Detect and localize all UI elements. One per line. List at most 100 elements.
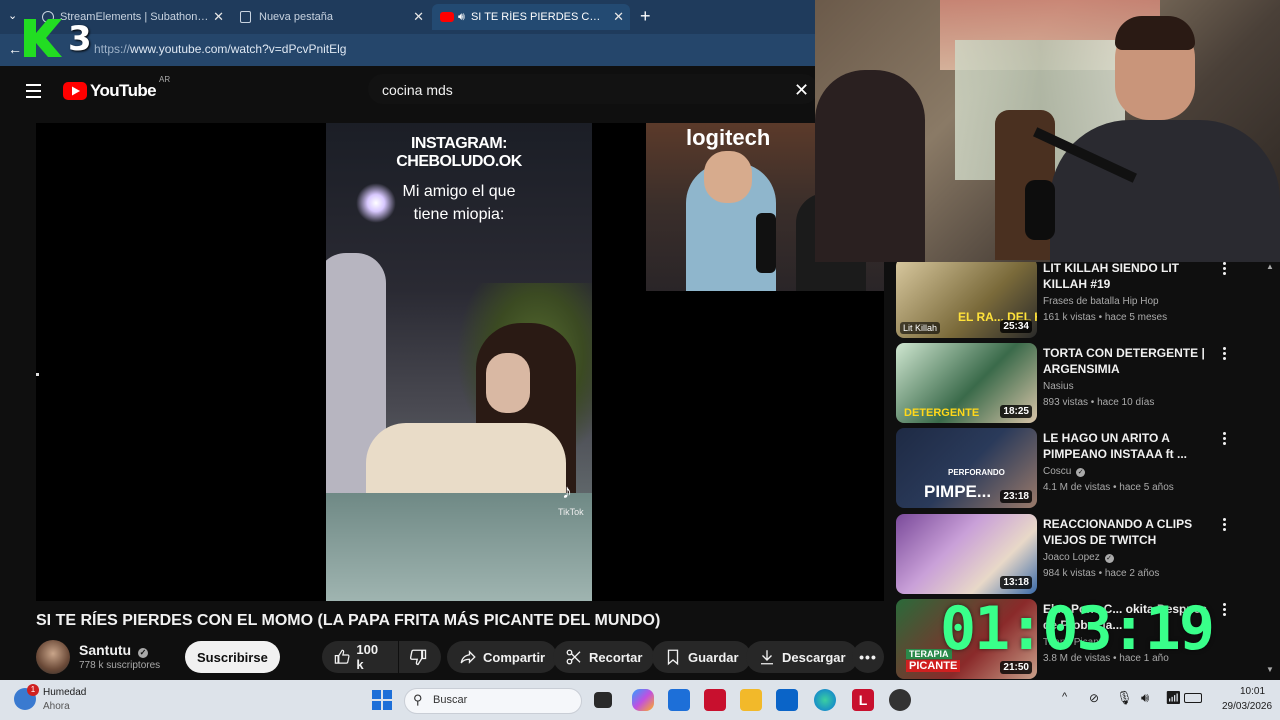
subtitle-line-1: Mi amigo el que xyxy=(402,183,516,200)
task-view-icon[interactable] xyxy=(594,692,612,708)
microsoft-store-icon[interactable] xyxy=(668,689,690,711)
recommendation-channel-text: Coscu xyxy=(1043,466,1072,477)
bookmark-icon xyxy=(667,649,679,666)
windows-taskbar: 1 Humedad Ahora ⚲ Buscar L ^ ⊘ 🎙︎ 🔊︎ 📶︎ … xyxy=(0,680,1280,720)
more-vertical-icon[interactable] xyxy=(1220,518,1228,533)
file-explorer-icon[interactable] xyxy=(740,689,762,711)
close-icon[interactable]: ✕ xyxy=(413,9,424,25)
scroll-up-arrow-icon[interactable]: ▲ xyxy=(1266,262,1274,271)
video-thumbnail[interactable]: PERFORANDO PIMPE... 23:18 xyxy=(896,428,1037,508)
recommendation-channel[interactable]: Coscu ✓ xyxy=(1043,466,1086,477)
channel-avatar[interactable] xyxy=(36,640,70,674)
windows-start-icon[interactable] xyxy=(372,690,392,710)
recommendation-item[interactable]: EL RA... DEL H... Lit Killah 25:34 LIT K… xyxy=(896,258,1271,338)
mcafee-icon[interactable] xyxy=(704,689,726,711)
outlook-icon[interactable] xyxy=(776,689,798,711)
youtube-header: YouTube AR cocina mds ✕ xyxy=(0,66,895,116)
clip-button[interactable]: Recortar xyxy=(553,641,655,673)
more-vertical-icon[interactable] xyxy=(1220,347,1228,362)
subscribe-label: Suscribirse xyxy=(197,649,268,665)
microphone-icon[interactable]: 🎙︎ xyxy=(1116,690,1133,706)
recommendation-channel[interactable]: Nasius xyxy=(1043,381,1074,392)
share-icon xyxy=(460,650,476,664)
browser-tab-bar: ⌄ StreamElements | Subathon Count ✕ Nuev… xyxy=(0,0,815,34)
new-tab-plus-icon[interactable]: + xyxy=(640,6,651,27)
more-horizontal-icon: ••• xyxy=(859,649,877,665)
tab-new-tab[interactable]: Nueva pestaña ✕ xyxy=(232,4,430,30)
more-vertical-icon[interactable] xyxy=(1220,603,1228,618)
youtube-wordmark: YouTube xyxy=(90,81,157,100)
url-field[interactable]: https://www.youtube.com/watch?v=dPcvPnit… xyxy=(94,42,346,56)
download-button[interactable]: Descargar xyxy=(746,641,858,673)
menu-icon[interactable] xyxy=(26,84,41,102)
inset-microphone xyxy=(756,213,776,273)
thumbnail-badge: PERFORANDO xyxy=(948,468,1005,477)
taskbar-search-placeholder: Buscar xyxy=(433,694,468,706)
share-button[interactable]: Compartir xyxy=(447,641,558,673)
recommendation-item[interactable]: DETERGENTE 18:25 TORTA CON DETERGENTE | … xyxy=(896,343,1271,423)
recommendation-title[interactable]: REACCIONANDO A CLIPS VIEJOS DE TWITCH xyxy=(1043,516,1213,548)
like-count: 100 k xyxy=(356,642,379,672)
video-thumbnail[interactable]: DETERGENTE 18:25 xyxy=(896,343,1037,423)
tab-label: SI TE RÍES PIERDES CON EL M xyxy=(470,11,601,23)
sidebar-scrollbar[interactable]: ▲ ▼ xyxy=(1266,262,1274,674)
verified-icon: ✓ xyxy=(138,648,148,658)
recommendation-title[interactable]: LIT KILLAH SIENDO LIT KILLAH #19 xyxy=(1043,260,1213,292)
mouse-cursor xyxy=(36,373,39,376)
youtube-logo[interactable]: YouTube AR xyxy=(63,75,170,101)
wifi-icon[interactable]: 📶︎ xyxy=(1165,690,1182,706)
taskbar-search-input[interactable]: ⚲ Buscar xyxy=(404,688,582,714)
recommendation-item[interactable]: PERFORANDO PIMPE... 23:18 LE HAGO UN ARI… xyxy=(896,428,1271,508)
page-icon xyxy=(240,11,251,23)
stream-logo: 3 xyxy=(22,17,96,59)
clock-date[interactable]: 29/03/2026 xyxy=(1222,701,1272,712)
close-icon[interactable]: ✕ xyxy=(613,9,624,25)
video-thumbnail[interactable]: EL RA... DEL H... Lit Killah 25:34 xyxy=(896,258,1037,338)
battery-icon[interactable] xyxy=(1184,693,1202,703)
url-scheme: https:// xyxy=(94,42,131,56)
dislike-button[interactable] xyxy=(399,641,441,673)
clock-time[interactable]: 10:01 xyxy=(1240,686,1265,697)
clear-search-icon[interactable]: ✕ xyxy=(794,80,809,101)
scroll-down-arrow-icon[interactable]: ▼ xyxy=(1266,665,1274,674)
tab-youtube-video[interactable]: 🔊︎ SI TE RÍES PIERDES CON EL M ✕ xyxy=(432,4,630,30)
network-off-icon[interactable]: ⊘ xyxy=(1089,691,1099,705)
back-arrow-icon[interactable]: ← xyxy=(8,41,22,57)
more-vertical-icon[interactable] xyxy=(1220,262,1228,277)
weather-widget[interactable]: 1 Humedad Ahora xyxy=(14,684,114,715)
recommendation-title[interactable]: TORTA CON DETERGENTE | ARGENSIMIA xyxy=(1043,345,1213,377)
recommendation-channel[interactable]: Frases de batalla Hip Hop xyxy=(1043,296,1159,307)
video-thumbnail[interactable]: 13:18 xyxy=(896,514,1037,594)
verified-icon: ✓ xyxy=(1076,468,1086,477)
copilot-icon[interactable] xyxy=(632,689,654,711)
recommendation-title[interactable]: LE HAGO UN ARITO A PIMPEANO INSTAAA ft .… xyxy=(1043,430,1213,462)
recommendation-item[interactable]: 13:18 REACCIONANDO A CLIPS VIEJOS DE TWI… xyxy=(896,514,1271,594)
volume-icon[interactable]: 🔊︎ xyxy=(1141,690,1149,706)
channel-name[interactable]: Santutu ✓ xyxy=(79,642,148,658)
inset-person-1-head xyxy=(704,151,752,203)
app-l-icon[interactable]: L xyxy=(852,689,874,711)
search-input[interactable]: cocina mds xyxy=(368,74,818,104)
edge-browser-icon[interactable] xyxy=(814,689,836,711)
more-vertical-icon[interactable] xyxy=(1220,432,1228,447)
show-hidden-icons-icon[interactable]: ^ xyxy=(1062,691,1067,703)
table xyxy=(326,493,592,601)
background-person xyxy=(815,70,925,262)
subtitle-line-2: tiene miopia: xyxy=(413,206,505,223)
clip-label: Recortar xyxy=(589,649,643,665)
tiktok-watermark-icon: ♪ xyxy=(562,481,572,503)
subscribe-button[interactable]: Suscribirse xyxy=(185,641,280,673)
video-player[interactable]: INSTAGRAM: CHEBOLUDO.OK Mi amigo el que … xyxy=(36,123,884,601)
address-bar: ← https://www.youtube.com/watch?v=dPcvPn… xyxy=(0,34,815,66)
save-button[interactable]: Guardar xyxy=(652,641,751,673)
like-button[interactable]: 100 k xyxy=(322,641,398,673)
media-app-icon[interactable] xyxy=(889,689,911,711)
k-logo-icon xyxy=(24,19,62,57)
close-icon[interactable]: ✕ xyxy=(213,9,224,25)
speaker-icon[interactable]: 🔊︎ xyxy=(458,11,465,24)
youtube-play-icon xyxy=(63,82,87,100)
more-actions-button[interactable]: ••• xyxy=(852,641,884,673)
recommendation-channel[interactable]: Joaco Lopez ✓ xyxy=(1043,552,1114,563)
caption-line-2: CHEBOLUDO.OK xyxy=(396,153,522,170)
scissors-icon xyxy=(566,649,581,665)
